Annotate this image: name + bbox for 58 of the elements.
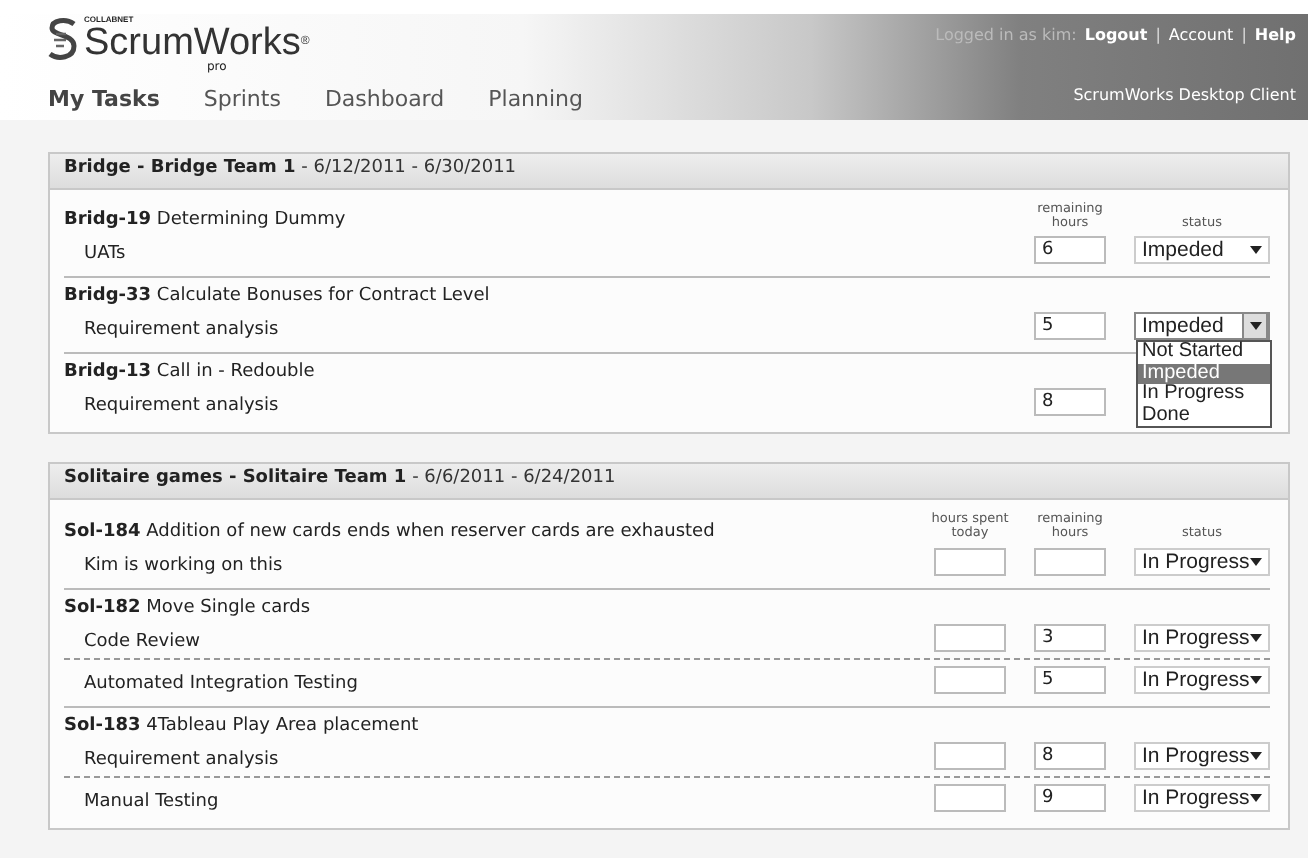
hours-spent-field[interactable] <box>934 665 1006 694</box>
caret-icon <box>1250 246 1262 255</box>
status-dropdown[interactable]: In Progress <box>1134 547 1270 576</box>
swirl-logo-icon <box>48 16 80 60</box>
status-dropdown[interactable]: Impeded <box>1134 236 1270 265</box>
header-link[interactable]: Account <box>1168 26 1234 44</box>
story-title: Bridg-19 Determining Dummy <box>64 210 348 231</box>
status-option[interactable]: Done <box>1138 405 1270 427</box>
caret-icon <box>1249 322 1261 331</box>
caret-icon <box>1250 633 1262 642</box>
link-separator: | <box>1241 26 1247 44</box>
nav-tab[interactable]: Sprints <box>203 86 281 112</box>
caret-icon <box>1250 675 1262 684</box>
story-title: Sol-182 Move Single cards <box>64 597 313 618</box>
story-title: Sol-183 4Tableau Play Area placement <box>64 715 421 736</box>
caret-icon <box>1250 751 1262 760</box>
task-name: Code Review <box>82 631 203 652</box>
status-dropdown[interactable]: In Progress <box>1134 783 1270 812</box>
story-title: Sol-184 Addition of new cards ends when reserver cards are exhausted <box>64 521 717 542</box>
link-separator: | <box>1155 26 1161 44</box>
hours-spent-field[interactable] <box>934 623 1006 652</box>
status-option[interactable]: Not Started <box>1138 342 1270 364</box>
remaining-hours-field[interactable]: 9 <box>1034 783 1106 812</box>
header-link[interactable]: Help <box>1254 26 1296 44</box>
task-name: Requirement analysis <box>82 396 281 417</box>
task-name: Automated Integration Testing <box>82 673 360 694</box>
nav-tab[interactable]: My Tasks <box>48 86 160 112</box>
sprint-header: Bridge - Bridge Team 1 - 6/12/2011 - 6/30/2011 <box>50 154 1288 190</box>
task-name: UATs <box>82 244 128 265</box>
remaining-hours-field[interactable]: 3 <box>1034 623 1106 652</box>
status-option[interactable]: Impeded <box>1138 363 1270 385</box>
caret-icon <box>1250 793 1262 802</box>
task-name: Requirement analysis <box>82 320 281 341</box>
status-option[interactable]: In Progress <box>1138 384 1270 406</box>
desktop-client-link[interactable]: ScrumWorks Desktop Client <box>1073 86 1296 104</box>
caret-icon <box>1250 557 1262 566</box>
status-dropdown[interactable]: In Progress <box>1134 623 1270 652</box>
remaining-hours-field[interactable]: 6 <box>1034 236 1106 265</box>
nav-tab[interactable]: Dashboard <box>324 86 445 112</box>
task-name: Manual Testing <box>82 791 221 812</box>
remaining-hours-field[interactable]: 5 <box>1034 665 1106 694</box>
hours-spent-field[interactable] <box>934 783 1006 812</box>
remaining-hours-field[interactable]: 5 <box>1034 312 1106 341</box>
status-dropdown[interactable]: In Progress <box>1134 741 1270 770</box>
status-dropdown[interactable]: In Progress <box>1134 665 1270 694</box>
product-name: ScrumWorks <box>84 24 301 62</box>
hours-spent-field[interactable] <box>934 547 1006 576</box>
remaining-hours-field[interactable] <box>1034 547 1106 576</box>
task-name: Requirement analysis <box>82 749 281 770</box>
sprint-header: Solitaire games - Solitaire Team 1 - 6/6/2011 - 6/24/2011 <box>50 464 1288 501</box>
remaining-hours-field[interactable]: 8 <box>1034 741 1106 770</box>
nav-tab[interactable]: Planning <box>488 86 584 112</box>
hours-spent-field[interactable] <box>934 741 1006 770</box>
story-title: Bridg-13 Call in - Redouble <box>64 362 317 383</box>
task-name: Kim is working on this <box>82 555 285 576</box>
story-title: Bridg-33 Calculate Bonuses for Contract Level <box>64 286 492 307</box>
remaining-hours-field[interactable]: 8 <box>1034 388 1106 417</box>
header-link[interactable]: Logout <box>1084 26 1148 44</box>
